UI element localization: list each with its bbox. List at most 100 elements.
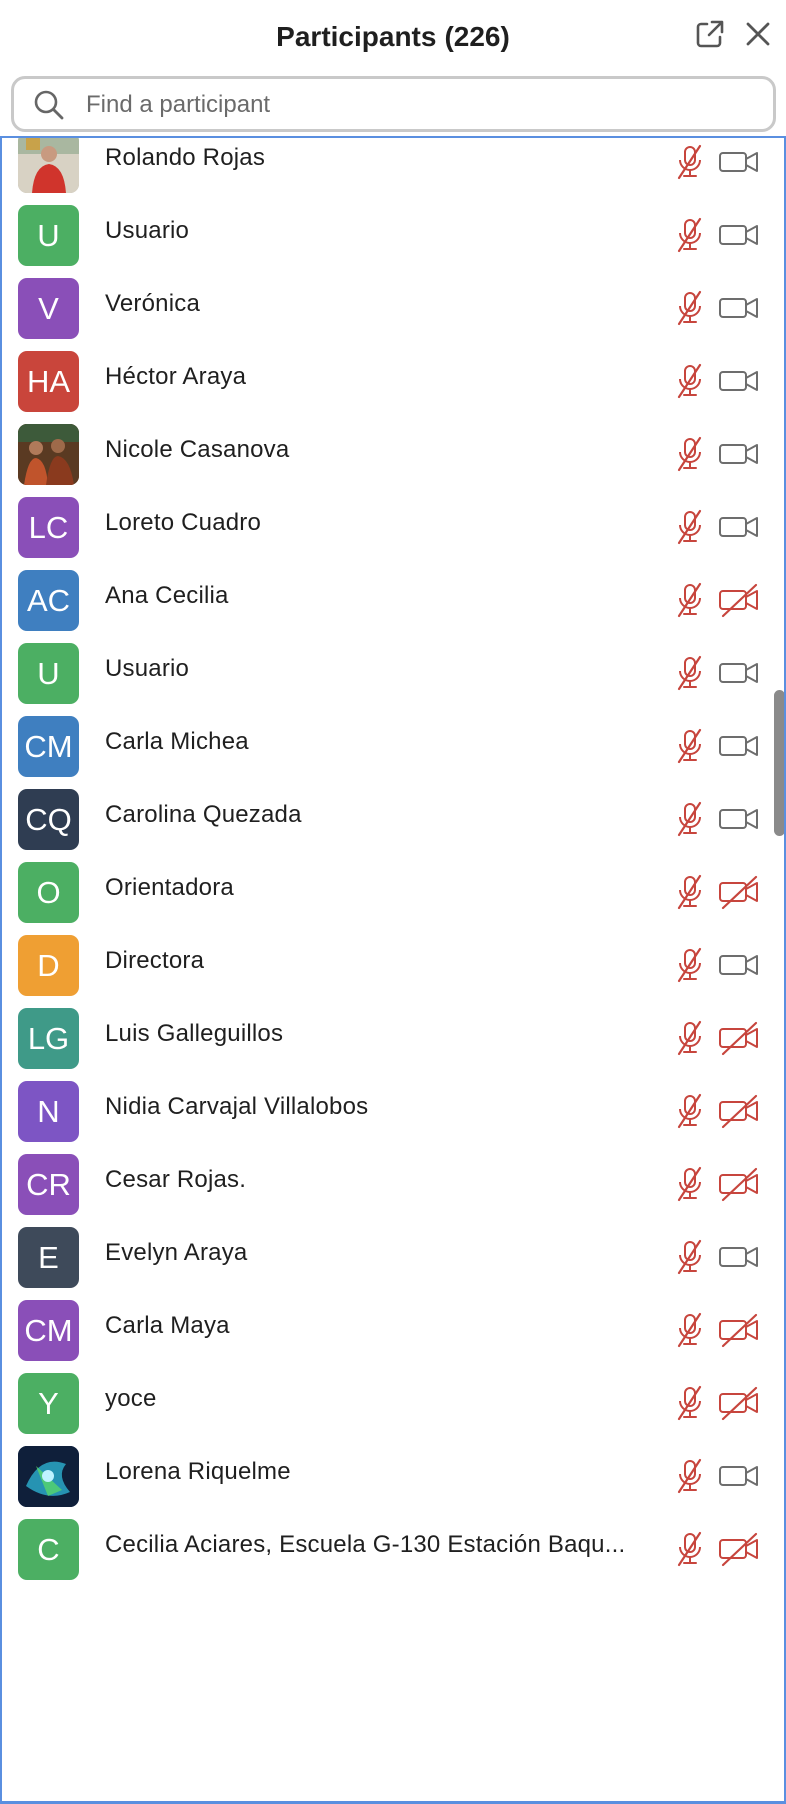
participant-row[interactable]: HA Héctor Araya: [2, 339, 784, 423]
participant-name: Cecilia Aciares, Escuela G-130 Estación …: [105, 1531, 626, 1558]
participant-row[interactable]: Nicole Casanova: [2, 412, 784, 496]
participant-row[interactable]: CM Carla Michea: [2, 704, 784, 788]
participant-list[interactable]: Rolando Rojas U Usuario V Verónica HA Héctor A…: [0, 136, 786, 1804]
participant-name: Usuario: [105, 217, 190, 244]
video-toggle-button[interactable]: [716, 1310, 762, 1350]
mic-toggle-button[interactable]: [670, 434, 710, 474]
video-toggle-button[interactable]: [716, 872, 762, 912]
video-toggle-button[interactable]: [716, 1529, 762, 1569]
participant-row[interactable]: V Verónica: [2, 266, 784, 350]
avatar-initials: LC: [18, 497, 79, 558]
avatar-initials: AC: [18, 570, 79, 631]
video-toggle-button[interactable]: [716, 799, 762, 839]
video-toggle-button[interactable]: [716, 580, 762, 620]
mic-toggle-button[interactable]: [670, 1091, 710, 1131]
avatar-initials: U: [18, 205, 79, 266]
mic-toggle-button[interactable]: [670, 1383, 710, 1423]
participant-row[interactable]: LC Loreto Cuadro: [2, 485, 784, 569]
video-toggle-button[interactable]: [716, 434, 762, 474]
mic-toggle-button[interactable]: [670, 1529, 710, 1569]
mic-muted-icon: [677, 290, 702, 326]
participant-row[interactable]: CR Cesar Rojas.: [2, 1142, 784, 1226]
participant-row[interactable]: Lorena Riquelme: [2, 1434, 784, 1518]
participant-row[interactable]: AC Ana Cecilia: [2, 558, 784, 642]
participant-row[interactable]: LG Luis Galleguillos: [2, 996, 784, 1080]
search-box[interactable]: [11, 76, 776, 132]
mic-toggle-button[interactable]: [670, 1310, 710, 1350]
video-camera-icon: [719, 444, 758, 464]
mic-muted-icon: [677, 1458, 702, 1494]
avatar-initials: U: [18, 643, 79, 704]
close-button[interactable]: [740, 16, 776, 52]
avatar-initials: CQ: [18, 789, 79, 850]
mic-muted-icon: [677, 217, 702, 253]
video-camera-icon: [719, 152, 758, 172]
mic-toggle-button[interactable]: [670, 361, 710, 401]
participant-row[interactable]: CQ Carolina Quezada: [2, 777, 784, 861]
participants-panel: Participants(226) Rolando Rojas U Usuario V…: [0, 0, 786, 1804]
mic-toggle-button[interactable]: [670, 1164, 710, 1204]
video-toggle-button[interactable]: [716, 1091, 762, 1131]
video-toggle-button[interactable]: [716, 726, 762, 766]
video-toggle-button[interactable]: [716, 1383, 762, 1423]
popout-icon: [696, 20, 724, 48]
video-toggle-button[interactable]: [716, 1018, 762, 1058]
video-off-icon: [719, 1313, 758, 1348]
mic-muted-icon: [677, 509, 702, 545]
panel-header: Participants (226): [0, 0, 786, 72]
participant-name: Orientadora: [105, 874, 234, 901]
video-toggle-button[interactable]: [716, 1237, 762, 1277]
participant-row[interactable]: Yyoce: [2, 1361, 784, 1445]
mic-toggle-button[interactable]: [670, 1018, 710, 1058]
mic-toggle-button[interactable]: [670, 872, 710, 912]
participant-row[interactable]: U Usuario: [2, 193, 784, 277]
participant-row[interactable]: C Cecilia Aciares, Escuela G-130 Estación…: [2, 1507, 784, 1591]
mic-toggle-button[interactable]: [670, 1237, 710, 1277]
video-toggle-button[interactable]: [716, 142, 762, 182]
video-toggle-button[interactable]: [716, 361, 762, 401]
video-toggle-button[interactable]: [716, 1164, 762, 1204]
mic-toggle-button[interactable]: [670, 653, 710, 693]
participant-name: Cesar Rojas.: [105, 1166, 247, 1193]
popout-button[interactable]: [692, 16, 728, 52]
video-off-icon: [719, 1386, 758, 1421]
video-toggle-button[interactable]: [716, 1456, 762, 1496]
video-toggle-button[interactable]: [716, 507, 762, 547]
mic-toggle-button[interactable]: [670, 507, 710, 547]
avatar-photo: [18, 138, 79, 193]
mic-toggle-button[interactable]: [670, 288, 710, 328]
video-toggle-button[interactable]: [716, 653, 762, 693]
video-camera-icon: [719, 955, 758, 975]
mic-muted-icon: [677, 1385, 702, 1421]
avatar-initials: V: [18, 278, 79, 339]
participant-row[interactable]: N Nidia Carvajal Villalobos: [2, 1069, 784, 1153]
participant-row[interactable]: E Evelyn Araya: [2, 1215, 784, 1299]
video-camera-icon: [719, 517, 758, 537]
video-toggle-button[interactable]: [716, 215, 762, 255]
mic-toggle-button[interactable]: [670, 726, 710, 766]
mic-toggle-button[interactable]: [670, 799, 710, 839]
video-off-icon: [719, 875, 758, 910]
mic-toggle-button[interactable]: [670, 580, 710, 620]
video-off-icon: [719, 1094, 758, 1129]
video-toggle-button[interactable]: [716, 945, 762, 985]
participant-row[interactable]: D Directora: [2, 923, 784, 1007]
mic-toggle-button[interactable]: [670, 945, 710, 985]
participant-row[interactable]: CM Carla Maya: [2, 1288, 784, 1372]
avatar-initials: LG: [18, 1008, 79, 1069]
participant-row[interactable]: O Orientadora: [2, 850, 784, 934]
avatar-initials: O: [18, 862, 79, 923]
mic-muted-icon: [677, 728, 702, 764]
mic-toggle-button[interactable]: [670, 215, 710, 255]
participant-row[interactable]: U Usuario: [2, 631, 784, 715]
participant-name: Ana Cecilia: [105, 582, 229, 609]
mic-toggle-button[interactable]: [670, 142, 710, 182]
search-input[interactable]: [86, 85, 746, 125]
avatar-initials: CM: [18, 1300, 79, 1361]
video-toggle-button[interactable]: [716, 288, 762, 328]
mic-toggle-button[interactable]: [670, 1456, 710, 1496]
participant-name: Carolina Quezada: [105, 801, 302, 828]
video-off-icon: [719, 1532, 758, 1567]
panel-title: Participants (226): [0, 0, 786, 72]
video-off-icon: [719, 1167, 758, 1202]
